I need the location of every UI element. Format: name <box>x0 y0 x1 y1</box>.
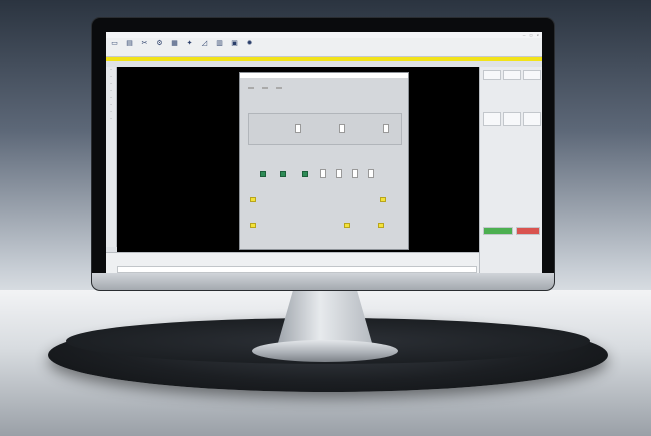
stop-button[interactable] <box>516 227 540 235</box>
ribbon-button-layers[interactable]: ▣ <box>228 39 241 47</box>
y-minus-button[interactable] <box>483 112 501 126</box>
scissors-icon: ✂ <box>141 39 148 47</box>
ribbon-button-grid[interactable]: ▦ <box>168 39 181 47</box>
ribbon-button-open[interactable]: ▤ <box>123 39 136 47</box>
dialog-field-3[interactable] <box>276 87 282 89</box>
ribbon-button-new[interactable]: ▭ <box>108 39 121 47</box>
ribbon-button-measure[interactable]: ◿ <box>198 39 211 47</box>
spinner-3[interactable] <box>383 124 389 133</box>
ribbon-toolbar: ▭ ▤ ✂ ⚙ ▦ ✦ ◿ ▥ ▣ ✹ <box>106 38 542 57</box>
ribbon-button-settings[interactable]: ✹ <box>243 39 256 47</box>
table-icon: ▥ <box>216 39 223 47</box>
ribbon-button-cut[interactable]: ✂ <box>138 39 151 47</box>
right-button-1[interactable] <box>483 70 501 80</box>
ribbon-button-process[interactable]: ⚙ <box>153 39 166 47</box>
dialog-subpanel <box>248 113 402 145</box>
right-control-panel <box>479 67 542 273</box>
spinner-2[interactable] <box>339 124 345 133</box>
left-tool-6[interactable]: · <box>106 102 116 109</box>
left-tool-1[interactable]: · <box>106 67 116 74</box>
dialog-field-2[interactable] <box>262 87 268 89</box>
left-tool-7[interactable]: · <box>106 109 116 116</box>
left-tool-4[interactable]: · <box>106 88 116 95</box>
left-tool-3[interactable]: · <box>106 81 116 88</box>
monitor-stand-base <box>252 340 398 362</box>
dialog-button-1[interactable] <box>250 197 256 202</box>
spinner-4[interactable] <box>320 169 326 178</box>
parameter-dialog <box>239 72 409 250</box>
y-plus-button[interactable] <box>503 112 521 126</box>
green-toggle-3[interactable] <box>302 171 308 177</box>
close-button[interactable]: × <box>536 33 539 37</box>
dialog-button-3[interactable] <box>250 223 256 228</box>
grid-icon: ▦ <box>171 39 178 47</box>
spinner-6[interactable] <box>352 169 358 178</box>
minimize-button[interactable]: — <box>523 33 526 37</box>
layers-icon: ▣ <box>231 39 238 47</box>
left-tool-2[interactable]: · <box>106 74 116 81</box>
monitor-chin <box>92 273 554 290</box>
dialog-button-2[interactable] <box>380 197 386 202</box>
tool-icon: ✦ <box>186 39 193 47</box>
left-tool-5[interactable]: · <box>106 95 116 102</box>
window-controls: — □ × <box>523 33 539 37</box>
settings-icon: ✹ <box>246 39 253 47</box>
spinner-7[interactable] <box>368 169 374 178</box>
run-button[interactable] <box>483 227 513 235</box>
command-line-input[interactable] <box>117 266 477 273</box>
maximize-button[interactable]: □ <box>530 33 533 37</box>
bottom-status-area <box>106 252 479 273</box>
open-file-icon: ▤ <box>126 39 133 47</box>
x-minus-button[interactable] <box>523 112 541 126</box>
right-button-2[interactable] <box>503 70 521 80</box>
status-highlight-bar <box>106 57 542 61</box>
green-toggle-2[interactable] <box>280 171 286 177</box>
dialog-button-4[interactable] <box>344 223 350 228</box>
spinner-1[interactable] <box>295 124 301 133</box>
right-button-3[interactable] <box>523 70 541 80</box>
ribbon-button-tool[interactable]: ✦ <box>183 39 196 47</box>
dialog-row-1 <box>240 85 408 91</box>
gear-list-icon: ⚙ <box>156 39 163 47</box>
left-toolbar: · · · · · · · · <box>106 67 117 247</box>
dialog-button-5[interactable] <box>378 223 384 228</box>
dialog-heading <box>240 78 408 82</box>
monitor-screen: — □ × ▭ ▤ ✂ ⚙ ▦ ✦ ◿ ▥ ▣ ✹ · · · · · · · … <box>106 32 542 273</box>
left-tool-8[interactable]: · <box>106 116 116 123</box>
ruler-icon: ◿ <box>201 39 208 47</box>
dialog-field-1[interactable] <box>248 87 254 89</box>
spinner-5[interactable] <box>336 169 342 178</box>
green-toggle-1[interactable] <box>260 171 266 177</box>
new-file-icon: ▭ <box>111 39 118 47</box>
ribbon-button-table[interactable]: ▥ <box>213 39 226 47</box>
